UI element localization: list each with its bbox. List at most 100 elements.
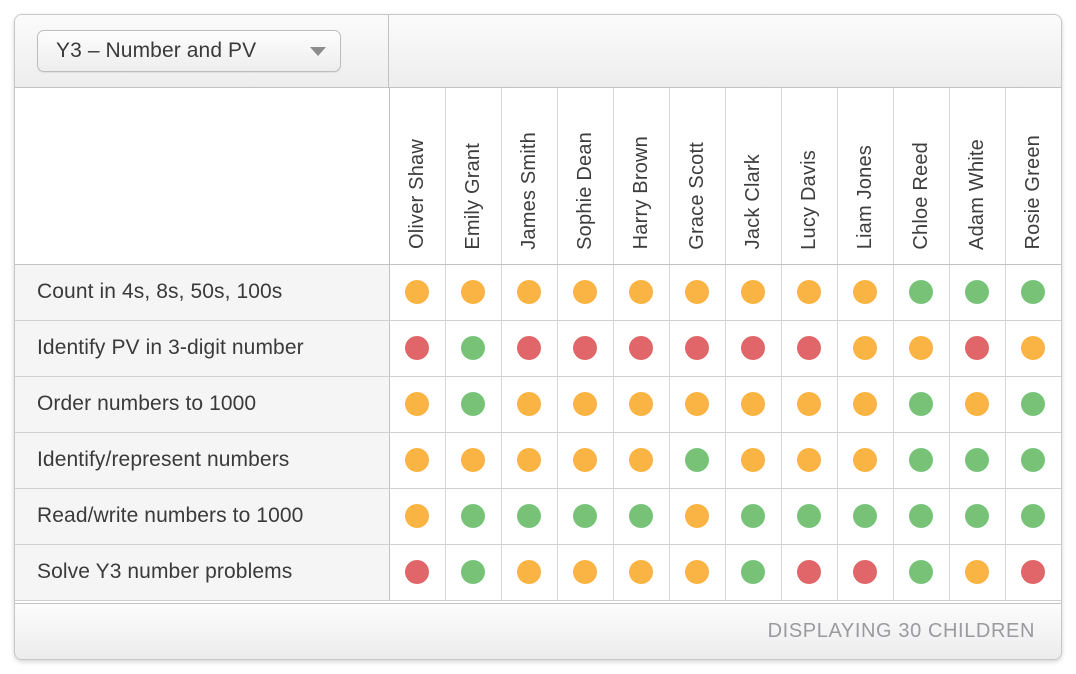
status-dot-amber[interactable] [741, 280, 765, 304]
assessment-cell[interactable] [1005, 487, 1061, 545]
status-dot-amber[interactable] [573, 560, 597, 584]
assessment-cell[interactable] [781, 431, 838, 489]
assessment-cell[interactable] [557, 375, 614, 433]
status-dot-amber[interactable] [517, 392, 541, 416]
assessment-cell[interactable] [949, 319, 1006, 377]
objective-label[interactable]: Identify/represent numbers [15, 431, 390, 489]
assessment-cell[interactable] [445, 263, 502, 321]
student-header-cell[interactable]: Adam White [949, 88, 1006, 265]
status-dot-amber[interactable] [629, 280, 653, 304]
assessment-cell[interactable] [557, 263, 614, 321]
status-dot-green[interactable] [1021, 448, 1046, 472]
student-header-cell[interactable]: Lucy Davis [781, 88, 838, 265]
status-dot-amber[interactable] [965, 560, 989, 584]
status-dot-amber[interactable] [461, 280, 485, 304]
assessment-cell[interactable] [837, 543, 894, 601]
status-dot-amber[interactable] [517, 560, 541, 584]
status-dot-green[interactable] [461, 336, 485, 360]
assessment-cell[interactable] [445, 319, 502, 377]
status-dot-amber[interactable] [797, 392, 821, 416]
status-dot-green[interactable] [517, 504, 541, 528]
assessment-cell[interactable] [613, 319, 670, 377]
status-dot-green[interactable] [853, 504, 877, 528]
status-dot-red[interactable] [685, 336, 709, 360]
status-dot-amber[interactable] [573, 280, 597, 304]
status-dot-green[interactable] [965, 280, 989, 304]
assessment-cell[interactable] [781, 543, 838, 601]
status-dot-amber[interactable] [461, 448, 485, 472]
status-dot-amber[interactable] [685, 392, 709, 416]
assessment-cell[interactable] [669, 431, 726, 489]
assessment-cell[interactable] [725, 375, 782, 433]
status-dot-amber[interactable] [1021, 336, 1046, 360]
assessment-cell[interactable] [669, 543, 726, 601]
assessment-cell[interactable] [445, 543, 502, 601]
status-dot-amber[interactable] [853, 280, 877, 304]
objective-label[interactable]: Solve Y3 number problems [15, 543, 390, 601]
assessment-cell[interactable] [669, 375, 726, 433]
status-dot-amber[interactable] [573, 392, 597, 416]
objective-set-dropdown[interactable]: Y3 – Number and PV [37, 30, 341, 72]
status-dot-green[interactable] [741, 504, 765, 528]
assessment-cell[interactable] [613, 543, 670, 601]
assessment-cell[interactable] [1005, 319, 1061, 377]
student-header-cell[interactable]: Oliver Shaw [389, 88, 446, 265]
status-dot-green[interactable] [909, 280, 933, 304]
status-dot-amber[interactable] [629, 448, 653, 472]
assessment-cell[interactable] [389, 487, 446, 545]
status-dot-amber[interactable] [405, 392, 429, 416]
assessment-cell[interactable] [893, 263, 950, 321]
assessment-cell[interactable] [669, 263, 726, 321]
assessment-cell[interactable] [893, 487, 950, 545]
status-dot-green[interactable] [1021, 392, 1046, 416]
assessment-cell[interactable] [893, 543, 950, 601]
objective-label[interactable]: Count in 4s, 8s, 50s, 100s [15, 263, 390, 321]
status-dot-amber[interactable] [685, 504, 709, 528]
student-header-cell[interactable]: Chloe Reed [893, 88, 950, 265]
student-header-cell[interactable]: Grace Scott [669, 88, 726, 265]
grid-scroll-area[interactable]: Oliver Shaw Emily Grant James Smith Sophie … [15, 88, 1061, 603]
status-dot-green[interactable] [797, 504, 821, 528]
assessment-cell[interactable] [949, 487, 1006, 545]
status-dot-amber[interactable] [741, 392, 765, 416]
assessment-cell[interactable] [837, 263, 894, 321]
assessment-cell[interactable] [725, 431, 782, 489]
status-dot-amber[interactable] [965, 392, 989, 416]
assessment-cell[interactable] [725, 487, 782, 545]
status-dot-amber[interactable] [741, 448, 765, 472]
assessment-cell[interactable] [893, 431, 950, 489]
status-dot-red[interactable] [573, 336, 597, 360]
student-header-cell[interactable]: Rosie Green [1005, 88, 1061, 265]
status-dot-red[interactable] [517, 336, 541, 360]
status-dot-green[interactable] [909, 392, 933, 416]
status-dot-amber[interactable] [405, 504, 429, 528]
status-dot-green[interactable] [573, 504, 597, 528]
assessment-cell[interactable] [725, 263, 782, 321]
assessment-cell[interactable] [501, 543, 558, 601]
assessment-cell[interactable] [725, 319, 782, 377]
assessment-cell[interactable] [389, 263, 446, 321]
assessment-cell[interactable] [781, 375, 838, 433]
status-dot-amber[interactable] [517, 448, 541, 472]
student-header-cell[interactable]: Liam Jones [837, 88, 894, 265]
assessment-cell[interactable] [613, 431, 670, 489]
status-dot-green[interactable] [741, 560, 765, 584]
assessment-cell[interactable] [781, 487, 838, 545]
status-dot-green[interactable] [1021, 280, 1046, 304]
student-header-cell[interactable]: Emily Grant [445, 88, 502, 265]
assessment-cell[interactable] [781, 263, 838, 321]
assessment-cell[interactable] [557, 487, 614, 545]
objective-label[interactable]: Order numbers to 1000 [15, 375, 390, 433]
status-dot-amber[interactable] [629, 560, 653, 584]
status-dot-red[interactable] [405, 560, 429, 584]
status-dot-green[interactable] [909, 448, 933, 472]
assessment-cell[interactable] [389, 319, 446, 377]
assessment-cell[interactable] [949, 543, 1006, 601]
assessment-cell[interactable] [949, 431, 1006, 489]
assessment-cell[interactable] [1005, 431, 1061, 489]
assessment-cell[interactable] [1005, 263, 1061, 321]
assessment-cell[interactable] [837, 375, 894, 433]
assessment-cell[interactable] [1005, 375, 1061, 433]
assessment-cell[interactable] [669, 487, 726, 545]
assessment-cell[interactable] [837, 319, 894, 377]
